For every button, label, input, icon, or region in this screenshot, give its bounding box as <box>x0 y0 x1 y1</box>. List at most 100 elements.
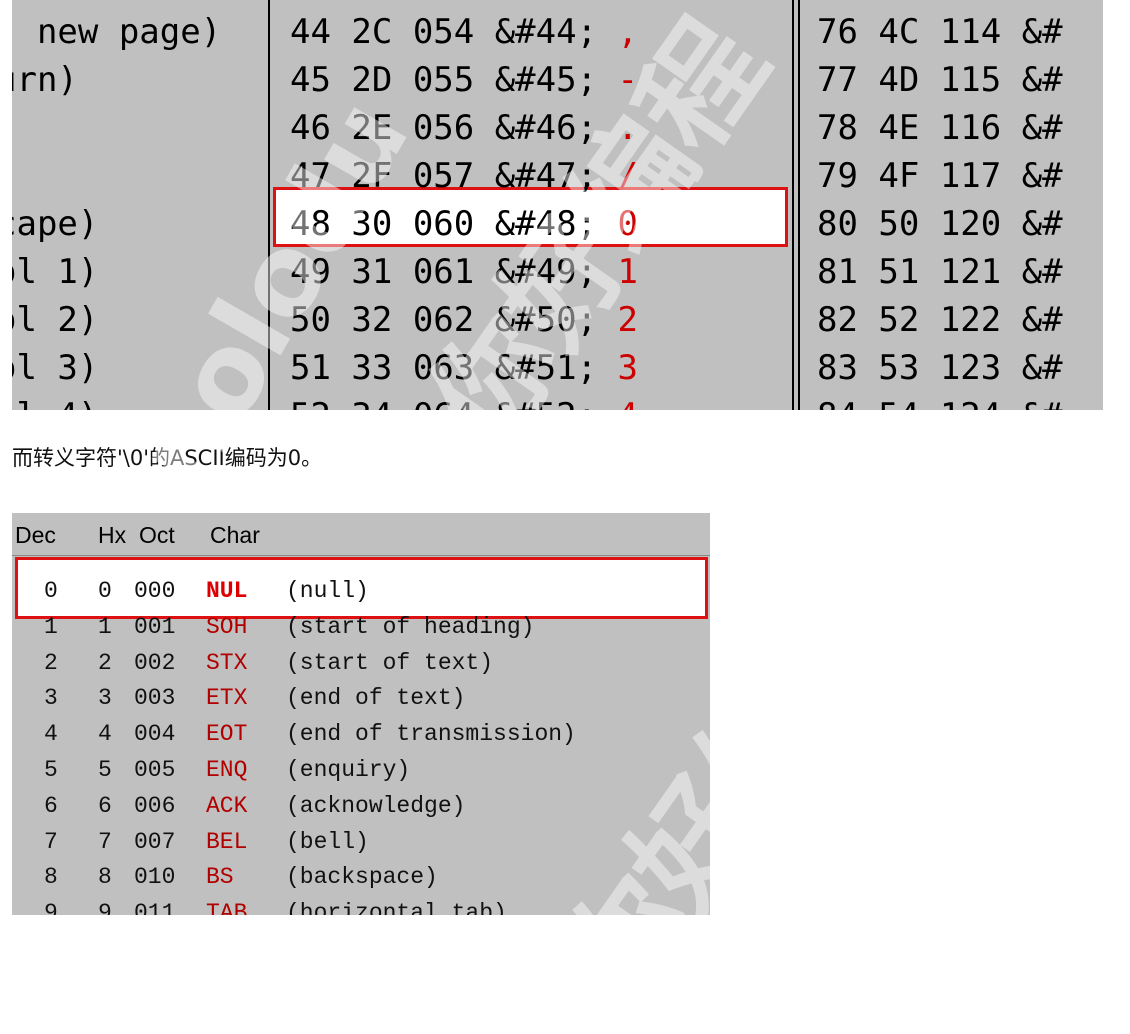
cell-hx: 5 <box>98 756 112 783</box>
header-oct: Oct <box>139 522 175 548</box>
cell-hx: 2 <box>98 649 112 676</box>
column-divider <box>798 0 800 410</box>
cell-desc: (backspace) <box>286 864 438 891</box>
char-cell: , <box>617 12 639 52</box>
cell-chr: NUL <box>206 578 248 604</box>
cell-desc: (acknowledge) <box>286 792 466 819</box>
cell-chr: SOH <box>206 613 248 640</box>
cell-dec: 6 <box>44 792 58 819</box>
left-fragment-row: ol 2) <box>12 300 99 340</box>
cell-dec: 4 <box>44 721 58 748</box>
cell-chr: TAB <box>206 900 248 915</box>
table-row: 46 2E 056 &#46; . <box>290 104 638 152</box>
left-fragment-row: cape) <box>12 204 99 244</box>
table-row: 77 4D 115 &# <box>817 60 1063 100</box>
cell-dec: 7 <box>44 828 58 855</box>
table-row: 52 34 064 &#52; 4 <box>290 392 638 410</box>
header-char: Char <box>210 522 260 548</box>
table-row: 76 4C 114 &# <box>817 12 1063 52</box>
code-cell: 51 33 063 &#51; <box>290 348 598 388</box>
left-column-fragments: new page) urn) cape) ol 1) ol 2) ol 3) ol 4) <box>12 8 272 410</box>
cell-hx: 6 <box>98 792 112 819</box>
cell-oct: 004 <box>134 721 176 748</box>
cell-chr: BEL <box>206 828 248 855</box>
cell-oct: 001 <box>134 613 176 640</box>
char-cell: 1 <box>617 252 639 292</box>
cell-desc: (start of heading) <box>286 613 535 640</box>
cell-chr: ACK <box>206 792 248 819</box>
table-row: 2 2 002 STX (start of text) <box>12 646 710 682</box>
cell-oct: 005 <box>134 756 176 783</box>
code-cell: 46 2E 056 &#46; <box>290 108 598 148</box>
left-fragment-row <box>12 104 272 152</box>
cell-desc: (end of text) <box>286 685 466 712</box>
cell-desc: (start of text) <box>286 649 494 676</box>
table-row: 5 5 005 ENQ (enquiry) <box>12 753 710 789</box>
left-fragment-row: ol 3) <box>12 348 99 388</box>
table-row: 6 6 006 ACK (acknowledge) <box>12 789 710 825</box>
code-cell: 49 31 061 &#49; <box>290 252 598 292</box>
cell-hx: 8 <box>98 864 112 891</box>
table-row: 47 2F 057 &#47; / <box>290 152 638 200</box>
cell-chr: STX <box>206 649 248 676</box>
table-row: 81 51 121 &# <box>817 252 1063 292</box>
left-fragment-row: urn) <box>12 60 78 100</box>
ascii-table-screenshot-bottom: Dec Hx Oct Char 0 0 000 NUL (null) 1 1 001 SOH (s… <box>12 513 710 915</box>
cell-chr: ENQ <box>206 756 248 783</box>
cell-hx: 1 <box>98 613 112 640</box>
cell-dec: 9 <box>44 900 58 915</box>
ascii-table-screenshot-top: new page) urn) cape) ol 1) ol 2) ol 3) ol 4) 4… <box>12 0 1103 410</box>
cell-oct: 002 <box>134 649 176 676</box>
table-row: 3 3 003 ETX (end of text) <box>12 681 710 717</box>
char-cell: 3 <box>617 348 639 388</box>
table-row: 8 8 010 BS (backspace) <box>12 860 710 896</box>
cell-hx: 0 <box>98 578 112 604</box>
table-row: 0 0 000 NUL (null) <box>12 574 710 610</box>
table-row: 44 2C 054 &#44; , <box>290 8 638 56</box>
cell-dec: 2 <box>44 649 58 676</box>
cell-oct: 006 <box>134 792 176 819</box>
table-row: 7 7 007 BEL (bell) <box>12 825 710 861</box>
middle-column: 44 2C 054 &#44; , 45 2D 055 &#45; -46 2E … <box>290 8 638 410</box>
cell-hx: 4 <box>98 721 112 748</box>
table-row: 82 52 122 &# <box>817 300 1063 340</box>
cell-hx: 3 <box>98 685 112 712</box>
header-dec: Dec <box>15 522 56 548</box>
table-row: 9 9 011 TAB (horizontal tab) <box>12 896 710 915</box>
table-row: 79 4F 117 &# <box>817 156 1063 196</box>
cell-chr: BS <box>206 864 234 891</box>
cell-desc: (horizontal tab) <box>286 900 507 915</box>
left-fragment-row: new page) <box>12 12 222 52</box>
table-row: 80 50 120 &# <box>817 204 1063 244</box>
char-cell: - <box>617 60 639 100</box>
table-row: 83 53 123 &# <box>817 348 1063 388</box>
table-row: 51 33 063 &#51; 3 <box>290 344 638 392</box>
table-row: 4 4 004 EOT (end of transmission) <box>12 717 710 753</box>
table-header: Dec Hx Oct Char <box>12 513 710 556</box>
cell-desc: (enquiry) <box>286 756 411 783</box>
table-row: 49 31 061 &#49; 1 <box>290 248 638 296</box>
code-cell: 48 30 060 &#48; <box>290 204 598 244</box>
code-cell: 44 2C 054 &#44; <box>290 12 598 52</box>
char-cell: / <box>617 156 639 196</box>
code-cell: 45 2D 055 &#45; <box>290 60 598 100</box>
column-divider <box>792 0 794 410</box>
column-divider <box>268 0 270 410</box>
char-cell: 2 <box>617 300 639 340</box>
cell-desc: (null) <box>286 578 369 604</box>
table-row: 50 32 062 &#50; 2 <box>290 296 638 344</box>
table-row: 78 4E 116 &# <box>817 108 1063 148</box>
table-row: 48 30 060 &#48; 0 <box>290 200 638 248</box>
ascii-rows: 0 0 000 NUL (null) 1 1 001 SOH (start of heading)… <box>12 574 710 915</box>
left-fragment-row <box>12 152 272 200</box>
cell-oct: 011 <box>134 900 176 915</box>
header-hx: Hx <box>98 522 127 548</box>
cell-oct: 003 <box>134 685 176 712</box>
left-fragment-row: ol 4) <box>12 392 272 410</box>
code-cell: 50 32 062 &#50; <box>290 300 598 340</box>
right-column: 76 4C 114 &# 77 4D 115 &# 78 4E 116 &# 79 4… <box>817 8 1063 410</box>
cell-dec: 5 <box>44 756 58 783</box>
cell-oct: 010 <box>134 864 176 891</box>
cell-desc: (bell) <box>286 828 369 855</box>
cell-chr: ETX <box>206 685 248 712</box>
